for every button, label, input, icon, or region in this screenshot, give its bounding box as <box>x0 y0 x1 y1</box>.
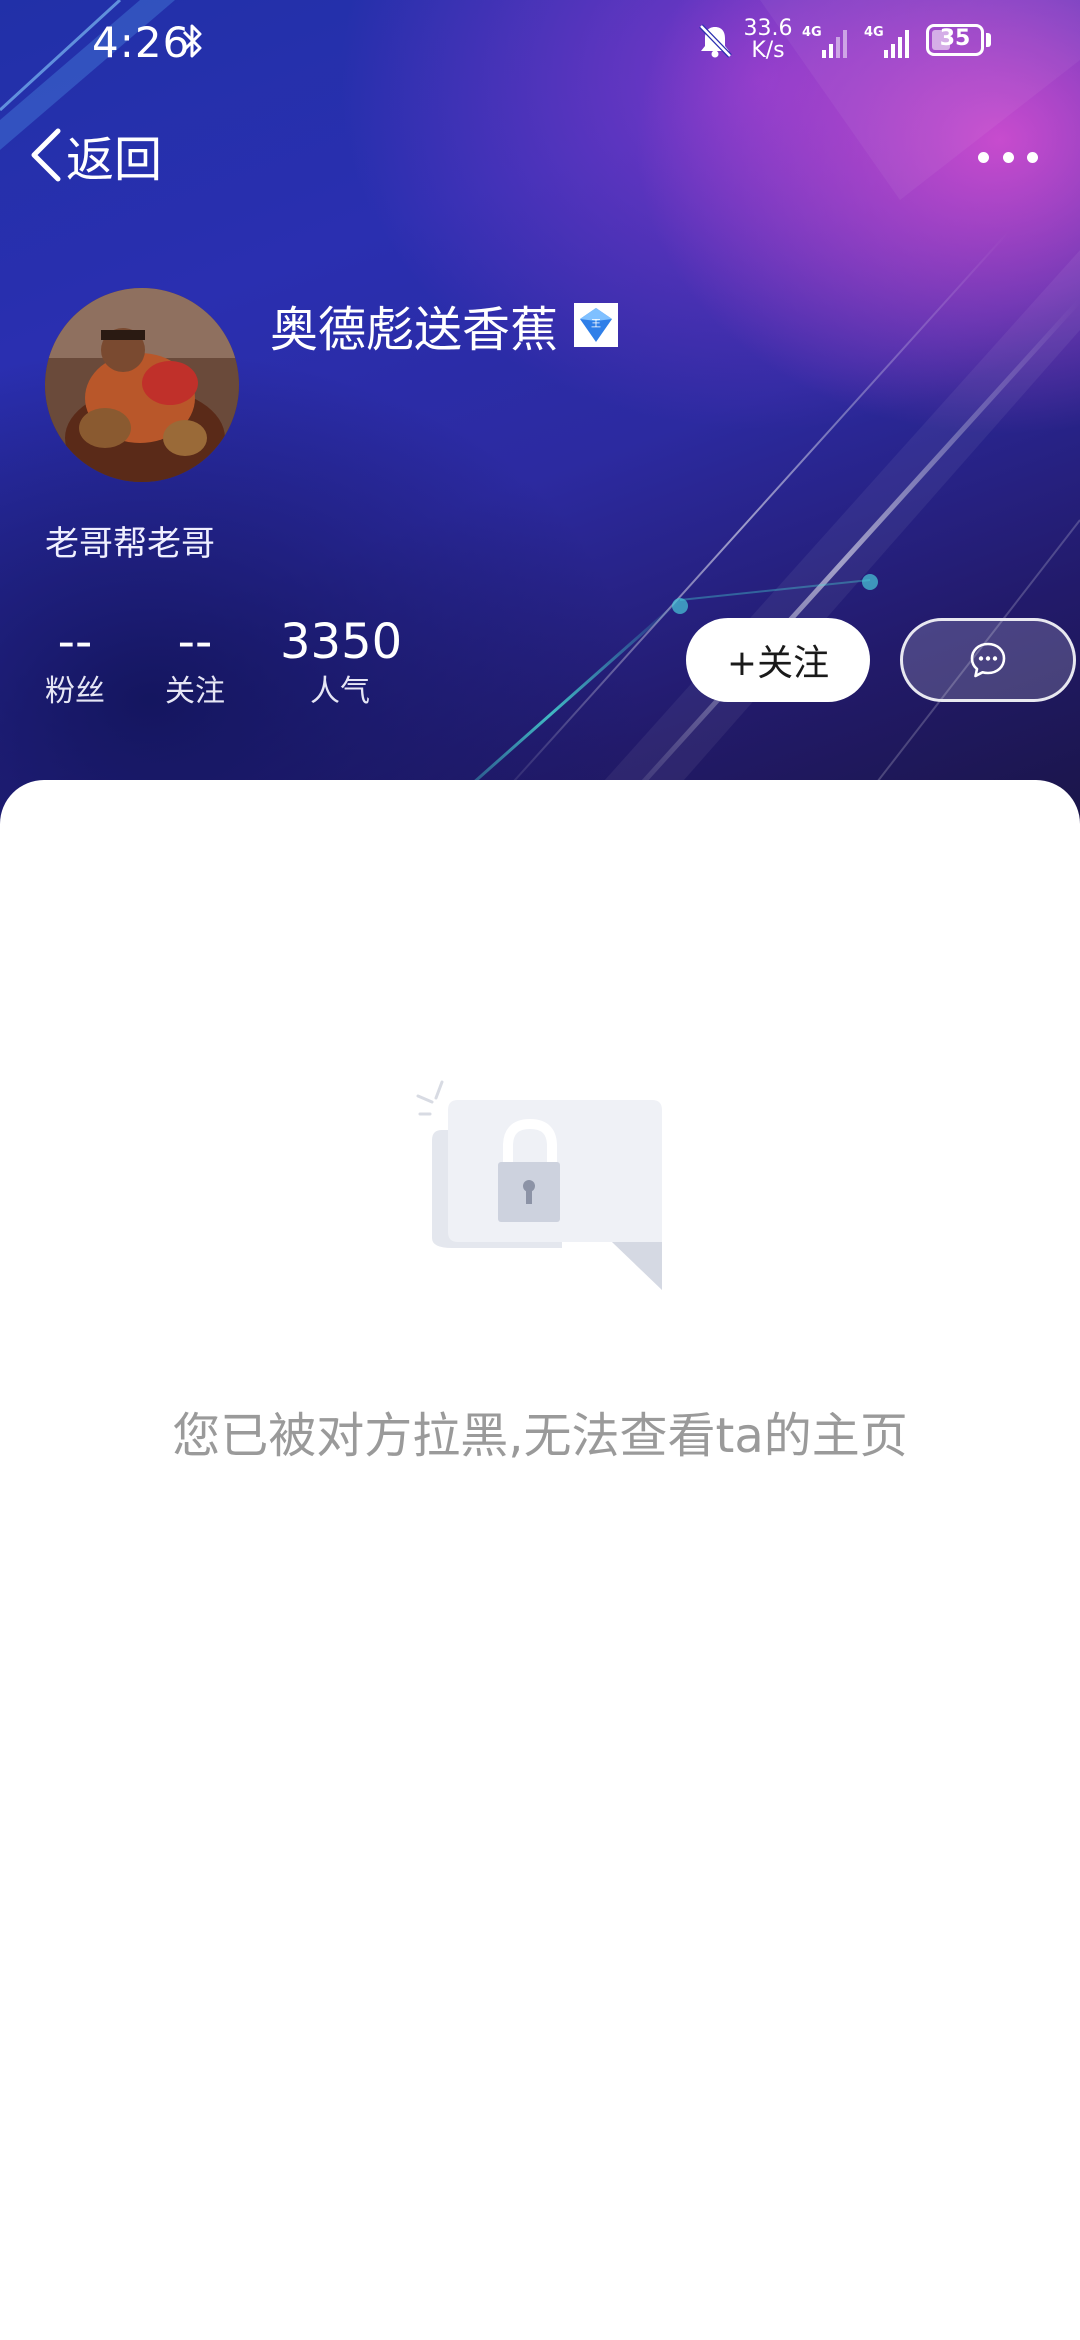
bell-off-icon <box>699 24 732 58</box>
stat-fans-value: -- <box>57 614 93 670</box>
stat-following-value: -- <box>177 614 213 670</box>
network-speed-value: 33.6 <box>743 16 793 41</box>
diamond-badge-icon[interactable]: 王 <box>574 303 619 347</box>
network-speed: 33.6 K/s <box>742 18 794 62</box>
stat-following[interactable]: -- 关注 <box>160 612 230 712</box>
profile-username: 奥德彪送香蕉 王 <box>270 290 619 360</box>
lock-icon <box>416 1080 662 1290</box>
more-options-button[interactable] <box>978 142 1038 172</box>
chevron-left-icon <box>31 128 61 182</box>
stat-following-label: 关注 <box>165 674 225 709</box>
status-time: 4:26 <box>92 18 191 67</box>
back-button-label: 返回 <box>66 132 163 188</box>
signal-2-label: 4G <box>864 25 884 40</box>
username-text: 奥德彪送香蕉 <box>270 302 559 358</box>
chat-bubble-icon <box>970 642 1006 678</box>
signal-4g-icon: 4G <box>864 25 909 58</box>
avatar[interactable] <box>45 288 239 482</box>
bluetooth-icon <box>182 24 202 58</box>
profile-bio: 老哥帮老哥 <box>45 524 215 564</box>
battery-level: 35 <box>939 26 971 51</box>
stat-popularity: 3350 人气 <box>280 612 403 712</box>
signal-4g-icon: 4G <box>802 25 847 58</box>
blocked-message: 您已被对方拉黑,无法查看ta的主页 <box>172 1408 908 1464</box>
battery-tip <box>986 33 991 47</box>
signal-1-label: 4G <box>802 25 822 40</box>
status-bar: 4:26 33.6 K/s 4G 4G 35 <box>0 0 1080 90</box>
battery-icon: 35 <box>926 24 984 56</box>
content-card <box>0 780 1080 2340</box>
stat-fans[interactable]: -- 粉丝 <box>40 612 110 712</box>
follow-button[interactable]: +关注 <box>686 618 870 702</box>
stat-popularity-label: 人气 <box>310 674 370 709</box>
back-button[interactable]: 返回 <box>28 120 162 190</box>
avatar-image <box>45 288 239 482</box>
more-dots-icon <box>978 151 989 163</box>
profile-screen: 4:26 33.6 K/s 4G 4G 35 返回 奥德彪送香蕉 王 老哥帮老哥… <box>0 0 1080 2340</box>
stat-popularity-value: 3350 <box>280 614 403 670</box>
stat-fans-label: 粉丝 <box>45 674 105 709</box>
svg-text:王: 王 <box>591 319 601 330</box>
network-speed-unit: K/s <box>751 38 785 63</box>
message-button[interactable] <box>900 618 1076 702</box>
